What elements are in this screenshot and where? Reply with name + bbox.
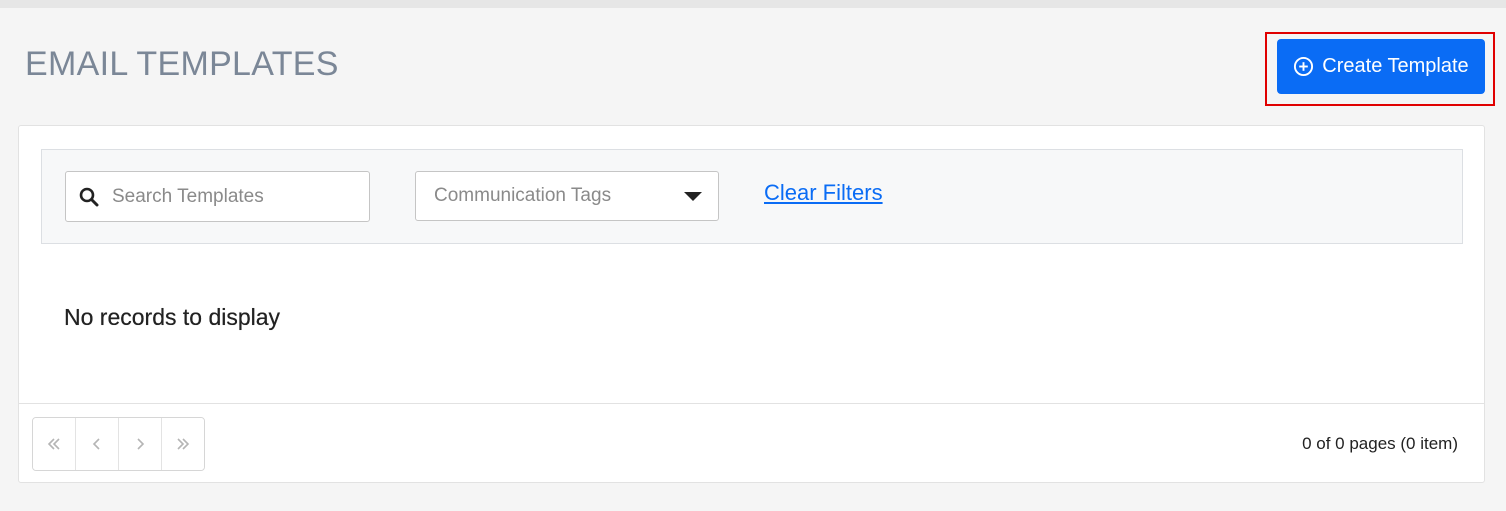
pagination-footer: 0 of 0 pages (0 item)	[19, 403, 1484, 482]
search-icon	[79, 187, 99, 207]
next-page-button[interactable]	[119, 418, 162, 470]
filter-bar: Communication Tags Clear Filters	[41, 149, 1463, 244]
caret-down-icon	[684, 191, 702, 201]
page-info: 0 of 0 pages (0 item)	[1302, 434, 1458, 453]
page-title: EMAIL TEMPLATES	[25, 45, 339, 83]
create-template-button[interactable]: Create Template	[1277, 39, 1485, 94]
previous-page-button[interactable]	[76, 418, 119, 470]
communication-tags-dropdown[interactable]: Communication Tags	[415, 171, 719, 221]
create-template-label: Create Template	[1322, 55, 1469, 77]
first-page-button[interactable]	[33, 418, 76, 470]
search-input[interactable]	[112, 185, 362, 208]
search-box[interactable]	[65, 171, 370, 222]
double-chevron-right-icon	[177, 438, 190, 450]
plus-circle-icon	[1293, 56, 1314, 77]
communication-tags-placeholder: Communication Tags	[434, 185, 612, 206]
last-page-button[interactable]	[162, 418, 204, 470]
chevron-left-icon	[92, 438, 100, 450]
double-chevron-left-icon	[47, 438, 60, 450]
clear-filters-link[interactable]: Clear Filters	[764, 180, 883, 206]
empty-state-message: No records to display	[64, 304, 281, 330]
chevron-right-icon	[137, 438, 145, 450]
top-bar	[0, 0, 1506, 8]
pager	[32, 417, 205, 471]
templates-card: Communication Tags Clear Filters No reco…	[18, 125, 1485, 483]
